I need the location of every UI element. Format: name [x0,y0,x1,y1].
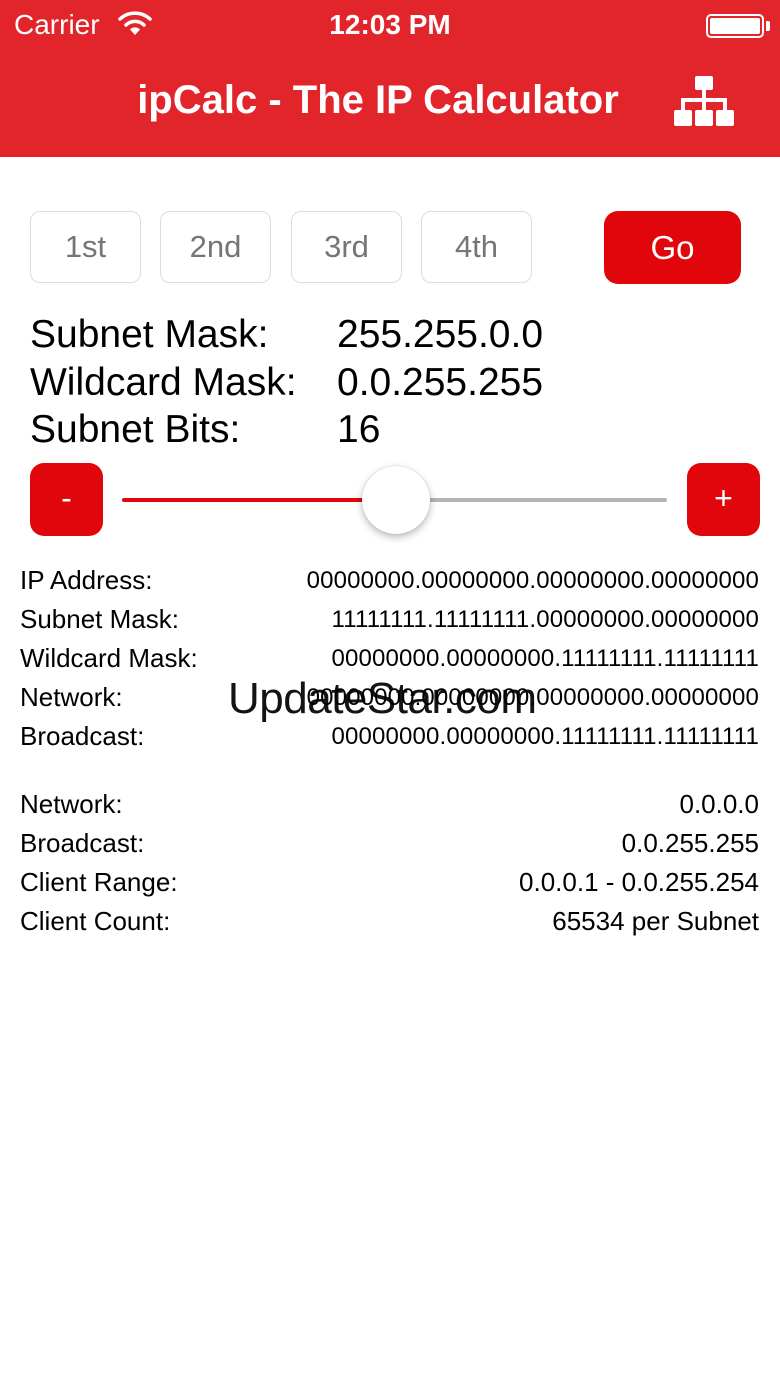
binary-ip-label: IP Address: [20,565,153,595]
page-title: ipCalc - The IP Calculator [137,78,619,122]
binary-subnet-mask-label: Subnet Mask: [20,604,179,634]
broadcast-value: 0.0.255.255 [621,828,759,858]
binary-broadcast-value: 00000000.00000000.11111111.11111111 [331,723,759,750]
slider-track-empty[interactable] [395,498,667,502]
client-count-label: Client Count: [20,906,171,936]
wildcard-mask-label: Wildcard Mask: [30,361,297,404]
watermark: UpdateStar.com [228,674,537,723]
status-bar: Carrier 12:03 PM [0,0,780,54]
broadcast-label: Broadcast: [20,828,145,858]
network-value: 0.0.0.0 [679,789,759,819]
binary-wildcard-mask-label: Wildcard Mask: [20,643,198,673]
subnet-bits-label: Subnet Bits: [30,408,241,451]
third-octet-input[interactable] [291,211,402,283]
binary-subnet-mask-value: 11111111.11111111.00000000.00000000 [331,606,759,633]
client-range-label: Client Range: [20,867,178,897]
go-button[interactable]: Go [604,211,741,284]
nav-bar: Carrier 12:03 PM ipCalc - The IP Calcula… [0,0,780,157]
client-count-value: 65534 per Subnet [552,906,759,936]
binary-wildcard-mask-value: 00000000.00000000.11111111.11111111 [331,645,759,672]
subnet-mask-label: Subnet Mask: [30,313,269,356]
increment-bits-button[interactable]: + [687,463,760,536]
subnet-bits-value: 16 [337,408,381,451]
clock: 12:03 PM [329,9,451,40]
first-octet-input[interactable] [30,211,141,283]
battery-tip [766,21,770,31]
slider-track-filled[interactable] [122,498,396,502]
binary-ip-value: 00000000.00000000.00000000.00000000 [306,567,759,594]
network-label: Network: [20,789,123,819]
binary-broadcast-label: Broadcast: [20,721,145,751]
subnet-mask-value: 255.255.0.0 [337,313,544,356]
second-octet-input[interactable] [160,211,271,283]
fourth-octet-input[interactable] [421,211,532,283]
client-range-value: 0.0.0.1 - 0.0.255.254 [519,867,759,897]
decrement-bits-button[interactable]: - [30,463,103,536]
battery-icon [706,14,764,38]
binary-network-label: Network: [20,682,123,712]
wildcard-mask-value: 0.0.255.255 [337,361,544,404]
network-hierarchy-icon[interactable] [672,74,736,130]
slider-thumb[interactable] [361,466,430,534]
